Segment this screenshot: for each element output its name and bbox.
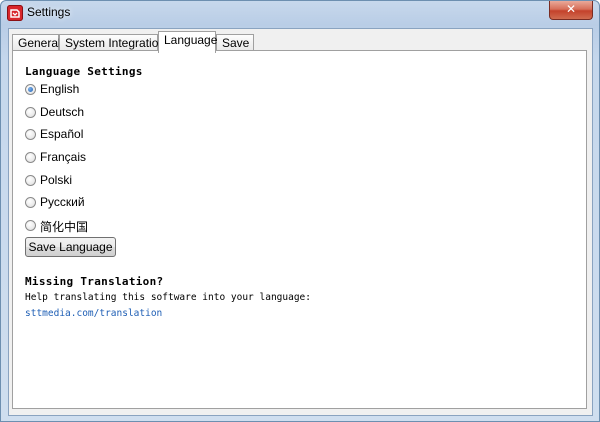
radio-button[interactable]: [25, 175, 36, 186]
radio-label: Français: [40, 150, 87, 164]
radio-label: Español: [40, 127, 84, 141]
language-panel: Language Settings English Deutsch Españo…: [12, 50, 587, 409]
radio-label: English: [40, 82, 80, 96]
radio-label: Русский: [40, 195, 85, 209]
radio-button[interactable]: [25, 220, 36, 231]
radio-button[interactable]: [25, 152, 36, 163]
language-settings-heading: Language Settings: [25, 65, 143, 78]
radio-button[interactable]: [25, 107, 36, 118]
radio-button[interactable]: [25, 197, 36, 208]
radio-button[interactable]: [25, 129, 36, 140]
translation-link[interactable]: sttmedia.com/translation: [25, 308, 162, 319]
close-button[interactable]: ✕: [549, 1, 593, 20]
save-language-button[interactable]: Save Language: [25, 237, 116, 257]
client-area: General System Integration Language Save…: [8, 28, 593, 416]
title-bar[interactable]: Settings ✕: [1, 1, 599, 25]
settings-window: Settings ✕ General System Integration La…: [0, 0, 600, 422]
app-icon: [7, 5, 23, 21]
radio-label: Deutsch: [40, 105, 85, 119]
radio-label: 简化中国: [40, 220, 89, 234]
radio-label: Polski: [40, 173, 73, 187]
missing-translation-heading: Missing Translation?: [25, 275, 164, 288]
window-title: Settings: [27, 5, 71, 19]
tab-language[interactable]: Language: [158, 31, 217, 53]
radio-button[interactable]: [25, 84, 36, 95]
help-translate-text: Help translating this software into your…: [25, 292, 311, 303]
